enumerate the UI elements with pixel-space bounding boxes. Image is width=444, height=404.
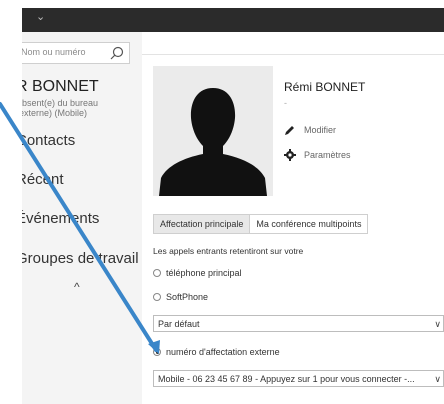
nav-item-recent[interactable]: Récent	[22, 171, 64, 188]
radio-label: téléphone principal	[166, 268, 242, 278]
collapse-chevron-icon[interactable]: ^	[74, 280, 80, 294]
profile-name: Rémi BONNET	[284, 80, 366, 94]
tab-main-assignment[interactable]: Affectation principale	[154, 215, 251, 233]
radio-external-number[interactable]: numéro d'affectation externe	[153, 347, 280, 357]
search-placeholder: Nom ou numéro	[22, 47, 86, 57]
menu-chevron-icon[interactable]: ⌄	[36, 10, 45, 23]
tab-bar: Affectation principale Ma conférence mul…	[153, 214, 369, 234]
settings-label: Paramètres	[304, 150, 351, 160]
person-silhouette-icon	[159, 88, 267, 196]
radio-circle	[153, 269, 161, 277]
chevron-down-icon: ∨	[434, 374, 441, 384]
title-bar: ⌄	[22, 8, 444, 32]
radio-circle-selected	[153, 348, 161, 356]
search-input[interactable]: Nom ou numéro	[22, 42, 130, 64]
routing-info: Les appels entrants retentiront sur votr…	[153, 246, 304, 256]
left-margin	[0, 0, 22, 404]
user-name: R BONNET	[22, 78, 99, 95]
gear-icon	[284, 149, 296, 161]
nav-item-workgroups[interactable]: Groupes de travail	[22, 250, 139, 267]
avatar	[153, 66, 273, 196]
tab-conference[interactable]: Ma conférence multipoints	[250, 215, 368, 233]
radio-circle	[153, 293, 161, 301]
nav-item-contacts[interactable]: Contacts	[22, 132, 75, 149]
radio-label: numéro d'affectation externe	[166, 347, 280, 357]
chevron-down-icon: ∨	[434, 319, 441, 329]
main-panel: Rémi BONNET - Modifier Paramètres Affect…	[142, 32, 444, 404]
user-status: Absent(e) du bureau (externe) (Mobile)	[22, 98, 98, 118]
settings-button[interactable]: Paramètres	[284, 149, 351, 161]
edit-button[interactable]: Modifier	[284, 124, 336, 136]
nav-item-events[interactable]: Événements	[22, 210, 99, 227]
radio-softphone[interactable]: SoftPhone	[153, 292, 208, 302]
header-divider	[142, 54, 444, 55]
profile-subline: -	[284, 98, 287, 108]
radio-label: SoftPhone	[166, 292, 209, 302]
external-number-select[interactable]: Mobile - 06 23 45 67 89 - Appuyez sur 1 …	[153, 370, 444, 387]
softphone-select[interactable]: Par défaut ∨	[153, 315, 444, 332]
search-icon[interactable]	[109, 45, 125, 61]
sidebar: Nom ou numéro R BONNET Absent(e) du bure…	[22, 32, 143, 404]
radio-main-phone[interactable]: téléphone principal	[153, 268, 242, 278]
user-status-line2: (externe) (Mobile)	[22, 108, 88, 118]
select-value: Mobile - 06 23 45 67 89 - Appuyez sur 1 …	[158, 374, 415, 384]
select-value: Par défaut	[158, 319, 200, 329]
edit-label: Modifier	[304, 125, 337, 135]
user-status-line1: Absent(e) du bureau	[22, 98, 99, 108]
pencil-icon	[285, 126, 294, 135]
